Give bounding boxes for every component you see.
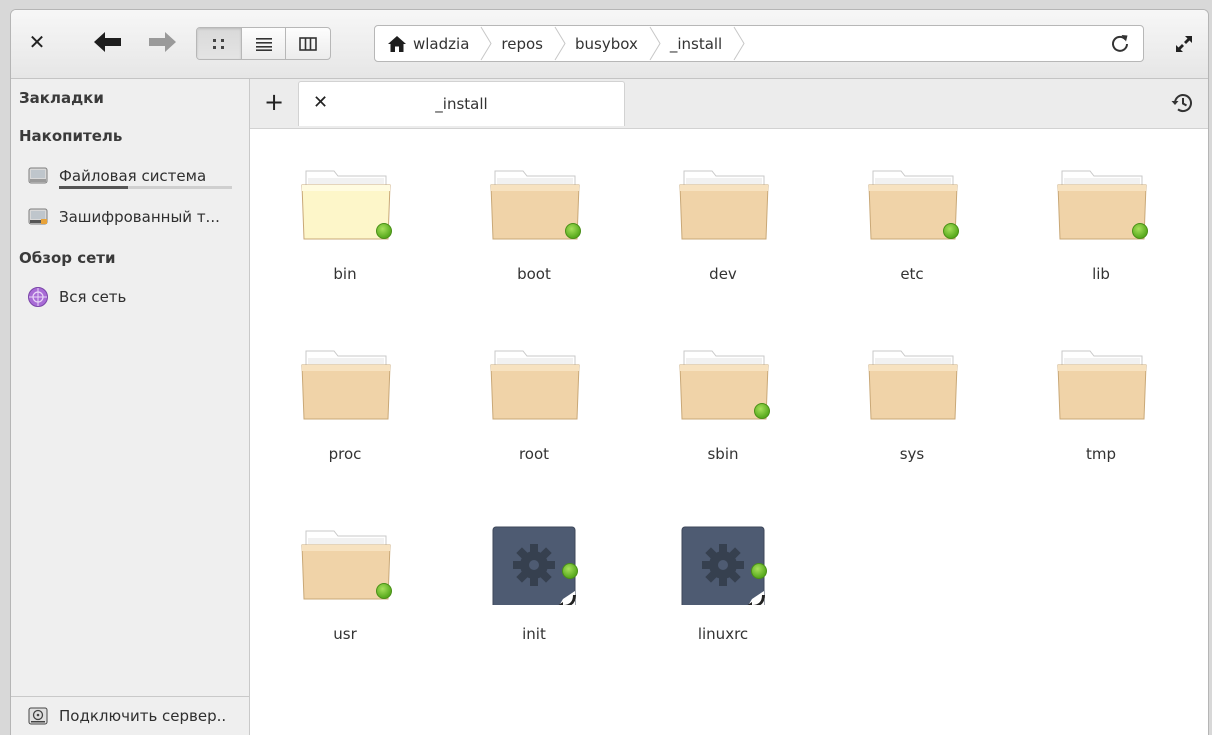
file-name: sbin bbox=[707, 445, 739, 463]
add-tab-icon[interactable]: + bbox=[262, 90, 286, 115]
folder-item[interactable]: bin bbox=[270, 155, 420, 305]
folder-item[interactable]: etc bbox=[837, 155, 987, 305]
folder-item[interactable]: dev bbox=[648, 155, 798, 305]
back-arrow-icon[interactable] bbox=[91, 28, 125, 56]
file-name: sys bbox=[899, 445, 925, 463]
close-icon[interactable]: ✕ bbox=[25, 30, 49, 54]
file-name: dev bbox=[709, 265, 737, 283]
columns-view-icon[interactable] bbox=[286, 28, 330, 59]
file-grid: bin boot dev etc lib proc root sbin sys tmp usr ini… bbox=[250, 129, 1208, 735]
folder-item[interactable]: usr bbox=[270, 515, 420, 665]
file-name: etc bbox=[900, 265, 924, 283]
folder-item[interactable]: sys bbox=[837, 335, 987, 485]
disk-usage-bar bbox=[59, 186, 232, 189]
folder-item[interactable]: lib bbox=[1026, 155, 1176, 305]
breadcrumb-item-busybox[interactable]: busybox bbox=[557, 26, 661, 61]
sync-status-icon bbox=[562, 563, 578, 579]
folder-item[interactable]: proc bbox=[270, 335, 420, 485]
sync-status-icon bbox=[751, 563, 767, 579]
sidebar-item-label: Файловая система bbox=[59, 167, 207, 185]
list-view-icon[interactable] bbox=[242, 28, 287, 59]
sidebar-heading-storage[interactable]: Накопитель bbox=[19, 127, 122, 145]
sidebar-item-encrypted[interactable]: Зашифрованный т... bbox=[27, 204, 242, 230]
sync-status-icon bbox=[376, 223, 392, 239]
reload-icon[interactable] bbox=[1109, 32, 1131, 54]
sync-status-icon bbox=[1132, 223, 1148, 239]
connect-server-button[interactable]: Подключить сервер.. bbox=[27, 703, 242, 729]
forward-arrow-icon[interactable] bbox=[145, 28, 179, 56]
drive-icon bbox=[27, 165, 49, 187]
sidebar-item-label: Вся сеть bbox=[59, 288, 127, 306]
sidebar-item-network[interactable]: Вся сеть bbox=[27, 284, 242, 310]
folder-icon bbox=[1056, 345, 1148, 425]
file-name: usr bbox=[333, 625, 357, 643]
encrypted-drive-icon bbox=[27, 206, 49, 228]
folder-icon bbox=[867, 345, 959, 425]
connect-server-label: Подключить сервер.. bbox=[59, 707, 227, 725]
breadcrumb-label: busybox bbox=[574, 34, 638, 53]
breadcrumb-item-install[interactable]: _install bbox=[652, 26, 745, 61]
maximize-icon[interactable] bbox=[1174, 34, 1194, 54]
file-item[interactable]: init bbox=[459, 515, 609, 665]
file-name: boot bbox=[517, 265, 551, 283]
breadcrumb: wladzia repos busybox _install bbox=[374, 25, 1144, 62]
folder-item[interactable]: boot bbox=[459, 155, 609, 305]
sync-status-icon bbox=[943, 223, 959, 239]
tab-label: _install bbox=[435, 95, 488, 113]
home-icon bbox=[387, 35, 407, 53]
sidebar-heading-bookmarks[interactable]: Закладки bbox=[19, 89, 104, 107]
folder-icon bbox=[300, 345, 392, 425]
breadcrumb-label: wladzia bbox=[413, 34, 470, 53]
file-name: linuxrc bbox=[697, 625, 749, 643]
sidebar-heading-network[interactable]: Обзор сети bbox=[19, 249, 115, 267]
file-name: bin bbox=[333, 265, 357, 283]
file-name: proc bbox=[328, 445, 362, 463]
server-icon bbox=[27, 705, 49, 727]
file-name: init bbox=[522, 625, 546, 643]
header-bar: ✕ wladzia repos busybox _install bbox=[11, 10, 1208, 79]
sync-status-icon bbox=[565, 223, 581, 239]
sidebar: Закладки Накопитель Файловая система Заш… bbox=[11, 79, 250, 735]
file-name: lib bbox=[1092, 265, 1110, 283]
file-name: tmp bbox=[1085, 445, 1116, 463]
tab-bar: + ✕ _install bbox=[250, 79, 1208, 129]
history-icon[interactable] bbox=[1170, 91, 1194, 115]
file-manager-window: ✕ wladzia repos busybox _install Закладк… bbox=[10, 9, 1209, 735]
folder-item[interactable]: tmp bbox=[1026, 335, 1176, 485]
sync-status-icon bbox=[376, 583, 392, 599]
breadcrumb-label: _install bbox=[669, 34, 723, 53]
folder-item[interactable]: sbin bbox=[648, 335, 798, 485]
breadcrumb-label: repos bbox=[501, 34, 543, 53]
folder-item[interactable]: root bbox=[459, 335, 609, 485]
folder-icon bbox=[489, 345, 581, 425]
file-name: root bbox=[518, 445, 550, 463]
tab-install[interactable]: ✕ _install bbox=[298, 81, 625, 126]
file-item[interactable]: linuxrc bbox=[648, 515, 798, 665]
network-icon bbox=[27, 286, 49, 308]
grid-view-icon[interactable] bbox=[197, 28, 242, 59]
breadcrumb-item-home[interactable]: wladzia bbox=[375, 26, 492, 61]
breadcrumb-item-repos[interactable]: repos bbox=[483, 26, 566, 61]
connect-server-bar: Подключить сервер.. bbox=[11, 696, 249, 735]
folder-icon bbox=[678, 165, 770, 245]
sync-status-icon bbox=[754, 403, 770, 419]
view-mode-switcher bbox=[196, 27, 331, 60]
sidebar-item-label: Зашифрованный т... bbox=[59, 208, 220, 226]
